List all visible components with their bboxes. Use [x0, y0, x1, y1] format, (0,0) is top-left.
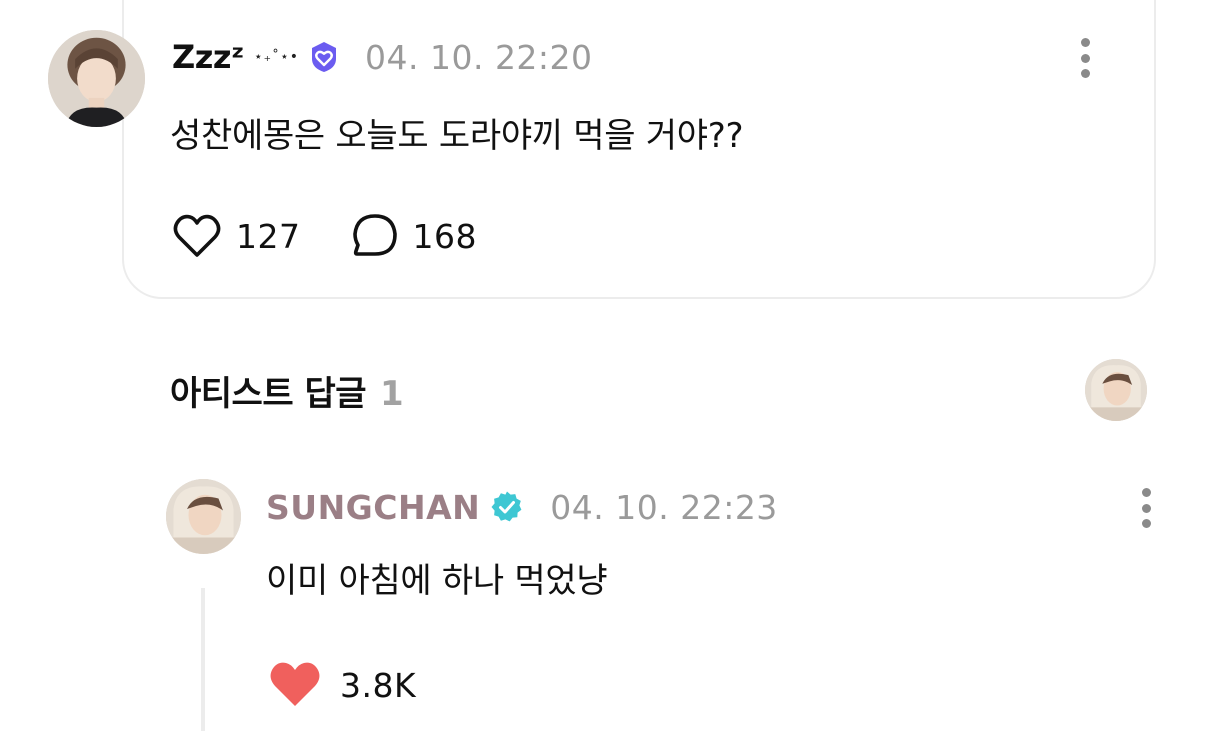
reply-body-text: 이미 아침에 하나 먹었냥 [266, 561, 608, 601]
thread-line [201, 588, 205, 731]
comment-button[interactable]: 168 [351, 212, 478, 260]
like-count: 127 [236, 216, 301, 256]
reply-username[interactable]: SUNGCHAN [266, 488, 480, 527]
heart-shield-badge-icon [307, 40, 341, 74]
artist-replies-title: 아티스트 답글 [170, 374, 367, 414]
heart-filled-icon [270, 662, 320, 706]
post-header: Zᴢzᶻ ⋆₊˚⋆• 04. 10. 22:20 [172, 34, 593, 80]
speech-bubble-icon [352, 214, 397, 256]
verified-check-icon [490, 490, 524, 524]
post-author-avatar[interactable] [48, 30, 145, 127]
reply-like-count: 3.8K [340, 665, 417, 705]
reply-actions: 3.8K [268, 660, 416, 710]
more-vertical-icon[interactable] [1138, 488, 1154, 528]
post-timestamp: 04. 10. 22:20 [365, 37, 593, 77]
more-vertical-icon[interactable] [1077, 38, 1093, 78]
heart-outline-icon [173, 214, 221, 257]
artist-replies-count: 1 [380, 374, 404, 414]
artist-avatar[interactable] [1085, 359, 1147, 421]
like-button[interactable]: 127 [172, 213, 301, 259]
avatar-image [48, 30, 145, 127]
reply-author-avatar[interactable] [166, 479, 241, 554]
reply-like-button[interactable]: 3.8K [268, 661, 416, 709]
post-username-decoration: ⋆₊˚⋆• [253, 49, 299, 65]
post-username[interactable]: Zᴢzᶻ [172, 38, 244, 76]
avatar-image [166, 479, 241, 554]
post-actions: 127 168 [172, 212, 477, 260]
comment-count: 168 [412, 216, 477, 256]
artist-replies-header: 아티스트 답글 1 [170, 366, 404, 415]
reply-header: SUNGCHAN 04. 10. 22:23 [266, 484, 778, 530]
post-body-text: 성찬에몽은 오늘도 도라야끼 먹을 거야?? [170, 116, 744, 156]
reply-timestamp: 04. 10. 22:23 [550, 487, 778, 527]
avatar-image [1085, 359, 1147, 421]
